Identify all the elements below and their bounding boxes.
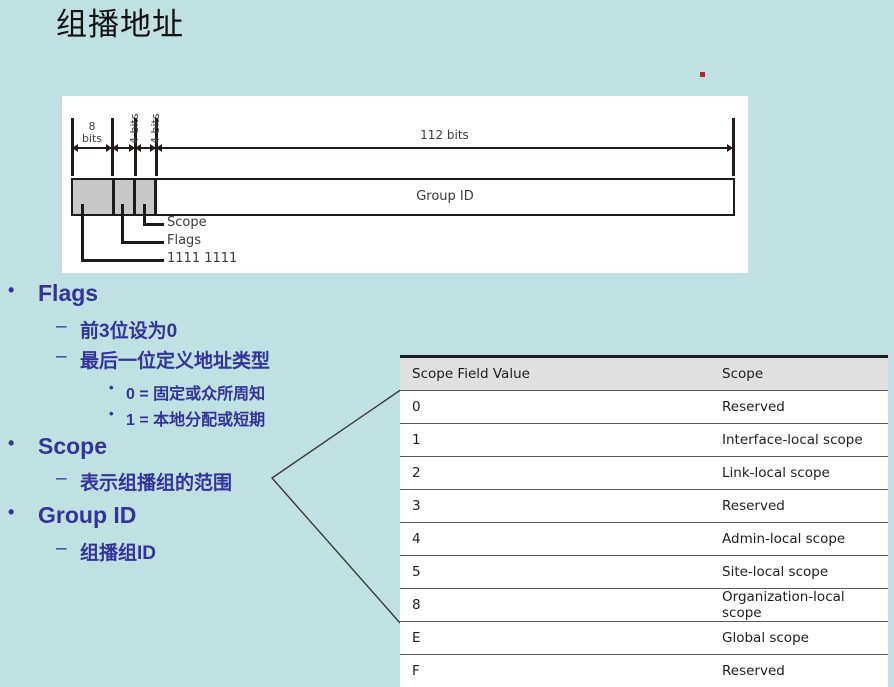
bullet-one-transient: • 1 = 本地分配或短期: [109, 406, 266, 430]
cell-scope-name: Site-local scope: [722, 564, 829, 580]
cell-scope-value: 5: [412, 564, 421, 580]
bullet-text: Scope: [38, 433, 108, 459]
cell-scope-name: Global scope: [722, 630, 809, 646]
table-row: E Global scope: [400, 622, 888, 655]
callout-bracket: [270, 388, 403, 624]
bullet-marker: –: [56, 468, 67, 489]
bullet-marker: –: [56, 346, 67, 367]
field-box-prefix: [71, 178, 114, 216]
table-row: 0 Reserved: [400, 391, 888, 424]
field-box-flags: [113, 178, 135, 216]
cell-scope-name: Organization-local scope: [722, 589, 845, 621]
bullet-first-3-bits-zero: – 前3位设为0: [56, 316, 178, 343]
bullet-marker: •: [8, 280, 15, 300]
address-format-diagram: 8 bits 4 bits 4 bits 112 bits Group ID S…: [62, 96, 748, 273]
table-row: 5 Site-local scope: [400, 556, 888, 589]
cell-scope-value: 0: [412, 399, 421, 415]
cell-scope-name: Reserved: [722, 663, 785, 679]
dim-arrow-scope: [135, 144, 156, 152]
cell-scope-value: 1: [412, 432, 421, 448]
cell-scope-name: Link-local scope: [722, 465, 830, 481]
leader-prefix-horizontal: [81, 259, 164, 262]
bullet-text: 组播组ID: [80, 543, 157, 564]
bullet-zero-permanent: • 0 = 固定或众所周知: [109, 380, 266, 404]
table-row: F Reserved: [400, 655, 888, 687]
bullet-scope: • Scope: [8, 433, 108, 460]
table-row: 8 Organization-local scope: [400, 589, 888, 622]
table-header-scope: Scope: [722, 366, 764, 382]
cell-scope-name: Interface-local scope: [722, 432, 863, 448]
bullet-marker: –: [56, 316, 67, 337]
bullet-text: 最后一位定义地址类型: [80, 351, 271, 372]
bullet-marker: •: [109, 406, 114, 421]
page-title: 组播地址: [56, 7, 184, 43]
scope-field-value-table: Scope Field Value Scope 0 Reserved 1 Int…: [400, 355, 888, 687]
cell-scope-value: F: [412, 663, 420, 679]
callout-label-scope: Scope: [167, 215, 207, 230]
cell-scope-value: E: [412, 630, 421, 646]
cell-scope-name: Admin-local scope: [722, 531, 846, 547]
label-8-bits-line1: 8: [88, 120, 96, 133]
cell-scope-value: 3: [412, 498, 421, 514]
bullet-flags: • Flags: [8, 280, 99, 307]
leader-flags-vertical: [121, 204, 124, 244]
table-header-row: Scope Field Value Scope: [400, 358, 888, 391]
bullet-group-id-desc: – 组播组ID: [56, 538, 157, 565]
bullet-marker: •: [8, 433, 15, 453]
slide-canvas: 组播地址 8 bits 4 bits 4 bits 112 bits Group…: [0, 0, 894, 687]
table-header-scope-field-value: Scope Field Value: [412, 366, 530, 382]
bullet-text: 表示组播组的范围: [80, 473, 233, 494]
bullet-text: Flags: [38, 280, 99, 306]
table-row: 2 Link-local scope: [400, 457, 888, 490]
bullet-text: 0 = 固定或众所周知: [126, 386, 266, 403]
cell-scope-name: Reserved: [722, 498, 785, 514]
dim-arrow-flags: [112, 144, 135, 152]
leader-scope-horizontal: [143, 223, 164, 226]
table-row: 1 Interface-local scope: [400, 424, 888, 457]
bullet-text: 前3位设为0: [80, 321, 178, 342]
cell-scope-value: 4: [412, 531, 421, 547]
dim-arrow-8bits: [72, 144, 112, 152]
table-row: 4 Admin-local scope: [400, 523, 888, 556]
label-112-bits: 112 bits: [420, 128, 469, 142]
red-dot-marker: [700, 72, 705, 77]
cell-scope-value: 8: [412, 597, 421, 613]
field-label-group-id: Group ID: [416, 189, 474, 204]
dim-arrow-groupid: [156, 144, 733, 152]
cell-scope-name: Reserved: [722, 399, 785, 415]
bullet-marker: –: [56, 538, 67, 559]
bullet-last-bit-defines-type: – 最后一位定义地址类型: [56, 346, 271, 373]
table-row: 3 Reserved: [400, 490, 888, 523]
bullet-marker: •: [109, 380, 114, 395]
cell-scope-value: 2: [412, 465, 421, 481]
callout-label-prefix: 1111 1111: [167, 251, 238, 266]
label-8-bits-line2: bits: [81, 132, 103, 145]
bullet-scope-range: – 表示组播组的范围: [56, 468, 233, 495]
label-flags-bits: 4 bits: [128, 113, 141, 144]
callout-label-flags: Flags: [167, 233, 202, 248]
bullet-group-id: • Group ID: [8, 502, 137, 529]
bullet-text: Group ID: [38, 502, 137, 528]
bullet-marker: •: [8, 502, 15, 522]
leader-prefix-vertical: [81, 204, 84, 262]
leader-flags-horizontal: [121, 241, 164, 244]
bullet-text: 1 = 本地分配或短期: [126, 412, 266, 429]
